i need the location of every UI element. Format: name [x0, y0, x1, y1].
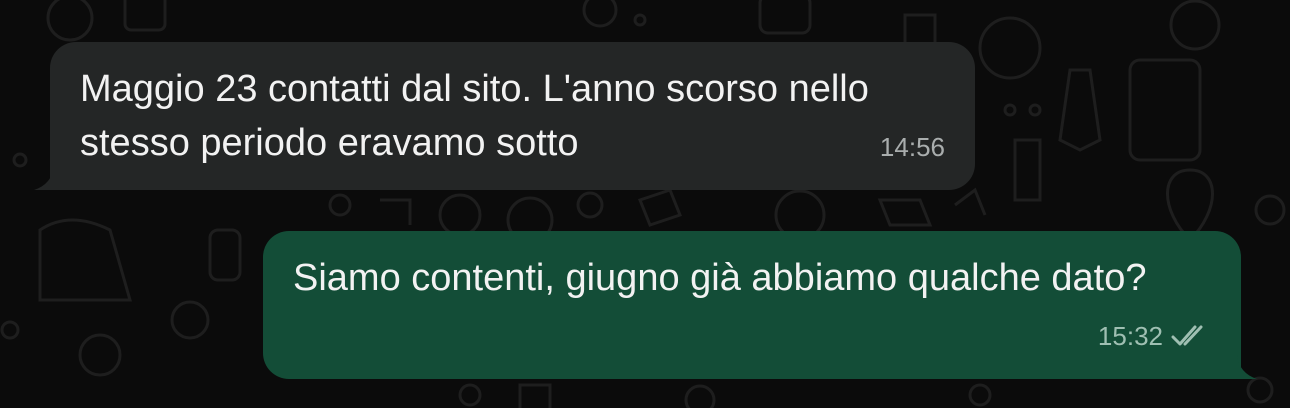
message-text: Siamo contenti, giugno già abbiamo qualc… — [293, 257, 1147, 299]
bubble-tail — [34, 166, 62, 190]
message-text: Maggio 23 contatti dal sito. L'anno scor… — [80, 68, 869, 164]
double-check-icon — [1171, 324, 1211, 348]
message-time: 14:56 — [879, 132, 945, 162]
message-bubble-incoming[interactable]: Maggio 23 contatti dal sito. L'anno scor… — [34, 42, 975, 190]
bubble-tail — [1229, 355, 1257, 379]
message-time: 15:32 — [1097, 321, 1163, 351]
message-meta: 14:56 — [880, 120, 945, 174]
message-bubble-outgoing[interactable]: Siamo contenti, giugno già abbiamo qualc… — [263, 231, 1257, 379]
message-meta: 15:32 — [1098, 309, 1211, 363]
